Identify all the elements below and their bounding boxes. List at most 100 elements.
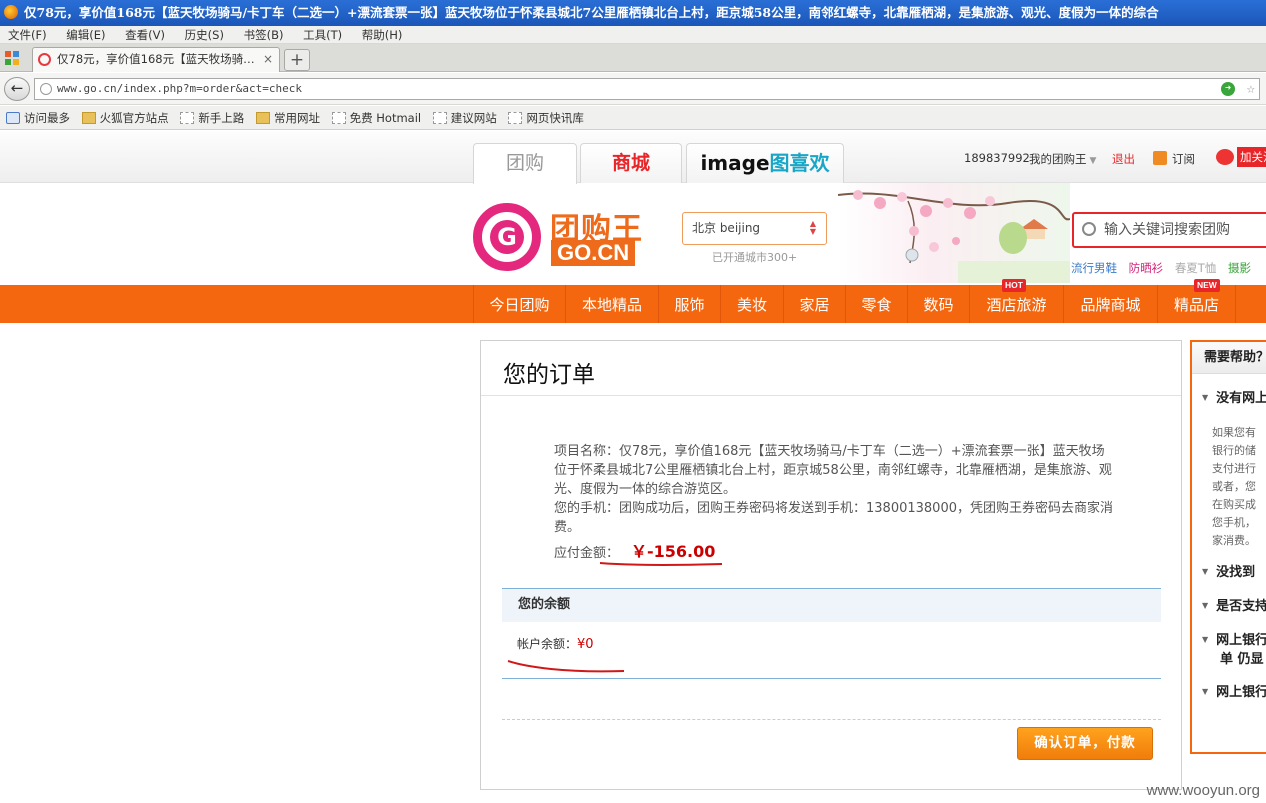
firefox-icon: [4, 5, 18, 19]
bookmark-most-visited[interactable]: 访问最多: [6, 106, 70, 130]
balance-row: 帐户余额：¥0: [517, 635, 594, 652]
category-beauty[interactable]: 美妆: [721, 285, 784, 323]
help-answer: 如果您有 银行的储 支付进行 或者，您 在购买成 您手机， 家消费。: [1212, 426, 1256, 547]
category-boutique[interactable]: 精品店 NEW: [1158, 279, 1236, 323]
blossom-branch-icon: [838, 190, 1070, 283]
browser-tab-active[interactable]: 仅78元，享价值168元【蓝天牧场骑… ×: [32, 47, 280, 72]
search-input[interactable]: 输入关键词搜索团购: [1072, 212, 1266, 248]
weibo-icon[interactable]: [1216, 149, 1234, 165]
page-icon: [432, 112, 447, 124]
help-title: 需要帮助？: [1192, 342, 1266, 374]
triangle-down-icon: ▼: [1202, 567, 1209, 576]
category-local[interactable]: 本地精品: [566, 285, 659, 323]
bookmark-getting-started[interactable]: 新手上路: [180, 106, 244, 130]
menu-tools[interactable]: 工具(T): [303, 26, 342, 44]
follow-button[interactable]: 加关注: [1237, 147, 1266, 167]
site-top-bar: 团购 商城 image图喜欢 189837992 我的团购王 ▼ 退出 订阅 加关…: [0, 131, 1266, 184]
project-name: 仅78元，享价值168元【蓝天牧场骑马/卡丁车（二选一）+漂流套票一张】蓝天牧场…: [554, 444, 1112, 497]
order-panel: 您的订单 项目名称：仅78元，享价值168元【蓝天牧场骑马/卡丁车（二选一）+漂…: [480, 340, 1182, 790]
phone-text: 团购成功后，团购王券密码将发送到手机：13800138000，凭团购王券密码去商…: [554, 501, 1113, 535]
balance-header: 您的余额: [502, 588, 1161, 622]
hot-keyword[interactable]: 春夏T恤: [1175, 261, 1217, 275]
logo-letter: G: [490, 220, 524, 254]
hot-keyword[interactable]: 流行男鞋: [1071, 261, 1117, 275]
bookmark-common-sites[interactable]: 常用网址: [255, 106, 320, 130]
my-account-menu[interactable]: 我的团购王 ▼: [1029, 151, 1096, 167]
category-today[interactable]: 今日团购: [473, 285, 566, 323]
hot-keyword[interactable]: 摄影: [1228, 261, 1251, 275]
logo-domain: GO.CN: [551, 240, 636, 266]
menu-edit[interactable]: 编辑(E): [66, 26, 105, 44]
site-favicon-icon: [38, 53, 51, 66]
category-home[interactable]: 家居: [784, 285, 846, 323]
globe-icon: [40, 83, 52, 95]
help-question[interactable]: ▼ 网上银行: [1202, 682, 1266, 702]
annotation-underline-balance: [507, 660, 625, 673]
bookmark-hotmail[interactable]: 免费 Hotmail: [331, 106, 421, 130]
search-icon: [1082, 222, 1096, 236]
category-apparel[interactable]: 服饰: [659, 285, 721, 323]
category-hotel-travel[interactable]: 酒店旅游 HOT: [970, 279, 1064, 323]
hot-badge: HOT: [1002, 279, 1026, 292]
search-placeholder: 输入关键词搜索团购: [1104, 222, 1230, 238]
go-arrow-icon[interactable]: ➜: [1221, 82, 1235, 96]
triangle-down-icon: ▼: [1202, 687, 1209, 696]
new-tab-button[interactable]: +: [284, 49, 310, 71]
page-icon: [508, 112, 523, 124]
page-title: 您的订单: [503, 362, 595, 388]
category-snacks[interactable]: 零食: [846, 285, 908, 323]
divider: [481, 395, 1181, 396]
rss-icon[interactable]: [1153, 151, 1167, 165]
category-brand-mall[interactable]: 品牌商城: [1064, 285, 1158, 323]
back-button[interactable]: ←: [4, 77, 30, 101]
divider-dashed: [502, 719, 1161, 720]
annotation-underline-amount: [599, 562, 723, 566]
order-details: 项目名称：仅78元，享价值168元【蓝天牧场骑马/卡丁车（二选一）+漂流套票一张…: [554, 442, 1114, 537]
menu-history[interactable]: 历史(S): [185, 26, 224, 44]
bookmarks-bar: 访问最多 火狐官方站点 新手上路 常用网址 免费 Hotmail 建议网站 网页…: [0, 106, 1266, 130]
tab-groups-icon[interactable]: [4, 49, 24, 67]
confirm-pay-button[interactable]: 确认订单，付款: [1017, 727, 1153, 760]
select-arrows-icon: ▲ ▼: [809, 219, 816, 236]
menu-file[interactable]: 文件(F): [8, 26, 47, 44]
help-question[interactable]: ▼没有网上银行怎么办？: [1202, 388, 1266, 408]
window-title-bar: 仅78元，享价值168元【蓝天牧场骑马/卡丁车（二选一）+漂流套票一张】蓝天牧场…: [0, 0, 1266, 26]
help-question[interactable]: ▼ 是否支持: [1202, 596, 1266, 616]
city-select[interactable]: 北京 beijing ▲ ▼: [682, 212, 827, 245]
window-title: 仅78元，享价值168元【蓝天牧场骑马/卡丁车（二选一）+漂流套票一张】蓝天牧场…: [24, 5, 1159, 20]
site-tab-image[interactable]: image图喜欢: [686, 143, 844, 183]
menu-view[interactable]: 查看(V): [125, 26, 165, 44]
bookmark-star-icon[interactable]: ☆: [1247, 79, 1255, 99]
browser-tab-label: 仅78元，享价值168元【蓝天牧场骑…: [57, 52, 255, 66]
balance-label: 帐户余额：: [517, 637, 578, 651]
triangle-down-icon: ▼: [1202, 393, 1209, 402]
subscribe-link[interactable]: 订阅: [1172, 151, 1195, 167]
city-current: 北京 beijing: [692, 221, 761, 235]
blossom-banner-illustration: [838, 183, 1070, 283]
watermark: www.wooyun.org: [1146, 782, 1260, 799]
address-url: www.go.cn/index.php?m=order&act=check: [57, 82, 303, 95]
folder-icon: [255, 112, 270, 124]
help-question[interactable]: ▼ 没找到: [1202, 562, 1255, 582]
bookmark-suggested-sites[interactable]: 建议网站: [432, 106, 497, 130]
menu-bookmarks[interactable]: 书签(B): [244, 26, 284, 44]
image-logo-cn: 图喜欢: [769, 151, 830, 175]
menu-help[interactable]: 帮助(H): [362, 26, 403, 44]
site-tab-shangcheng[interactable]: 商城: [580, 143, 682, 183]
bookmark-firefox-sites[interactable]: 火狐官方站点: [81, 106, 169, 130]
search-icon: [6, 112, 20, 124]
close-tab-icon[interactable]: ×: [263, 48, 273, 71]
triangle-down-icon: ▼: [1202, 601, 1209, 610]
help-question[interactable]: ▼ 网上银行单 仍显: [1202, 630, 1266, 669]
help-panel: 需要帮助？ ▼没有网上银行怎么办？ 如果您有银行的储支付进行或者，您在购买成您手…: [1190, 340, 1266, 754]
address-bar[interactable]: www.go.cn/index.php?m=order&act=check ➜ …: [34, 78, 1260, 100]
site-tab-tuangou[interactable]: 团购: [473, 143, 577, 184]
navigation-bar: ← www.go.cn/index.php?m=order&act=check …: [0, 73, 1266, 105]
new-badge: NEW: [1194, 279, 1220, 292]
category-digital[interactable]: 数码: [908, 285, 970, 323]
logout-link[interactable]: 退出: [1112, 151, 1135, 167]
hot-keyword[interactable]: 防晒衫: [1129, 261, 1164, 275]
bookmark-web-slices[interactable]: 网页快讯库: [508, 106, 584, 130]
user-account-id: 189837992: [964, 151, 1030, 165]
menu-bar: 文件(F) 编辑(E) 查看(V) 历史(S) 书签(B) 工具(T) 帮助(H…: [0, 26, 1266, 44]
